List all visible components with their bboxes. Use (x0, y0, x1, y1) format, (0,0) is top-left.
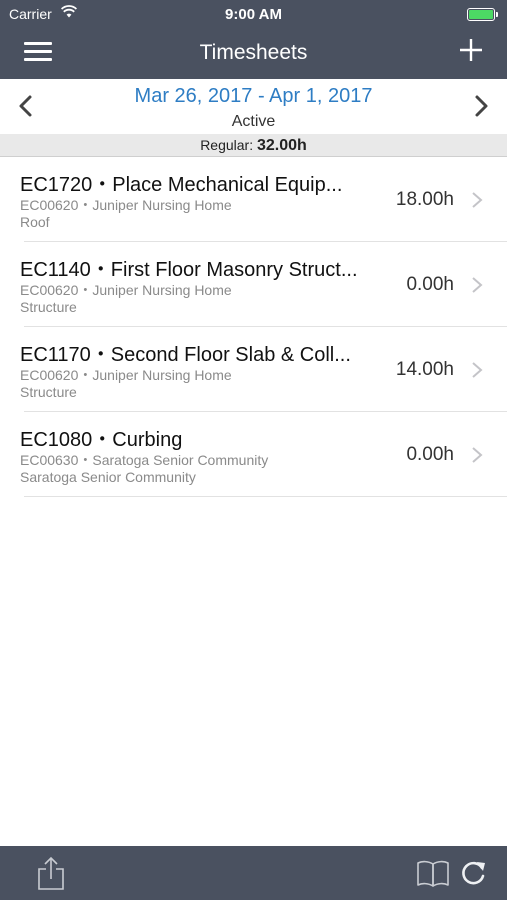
page-title: Timesheets (199, 41, 308, 64)
list-item[interactable]: EC1720・Place Mechanical Equip... EC00620… (0, 157, 507, 242)
list-item[interactable]: EC1170・Second Floor Slab & Coll... EC006… (0, 327, 507, 412)
refresh-icon[interactable] (458, 859, 488, 889)
entry-hours: 18.00h (395, 189, 454, 210)
chevron-right-icon (472, 277, 483, 293)
status-time: 9:00 AM (225, 6, 282, 23)
chevron-right-icon (472, 362, 483, 378)
share-icon[interactable] (36, 855, 66, 891)
top-bar: Carrier 9:00 AM Timesheets (0, 0, 507, 79)
entry-title: EC1080・Curbing (20, 429, 183, 451)
bottom-toolbar (0, 846, 507, 900)
entry-location: Structure (20, 384, 77, 400)
entry-hours: 14.00h (395, 359, 454, 380)
battery-fill (469, 10, 493, 19)
chevron-right-icon (472, 192, 483, 208)
entry-location: Saratoga Senior Community (20, 469, 196, 485)
entry-location: Structure (20, 299, 77, 315)
hours-summary: Regular: 32.00h (0, 134, 507, 157)
entry-title: EC1170・Second Floor Slab & Coll... (20, 344, 351, 366)
entry-hours: 0.00h (406, 274, 454, 295)
period-status: Active (231, 113, 276, 130)
battery-nub (496, 12, 498, 17)
summary-value: 32.00h (257, 137, 307, 154)
entry-subtitle: EC00620・Juniper Nursing Home (20, 367, 232, 383)
entry-subtitle: EC00620・Juniper Nursing Home (20, 282, 232, 298)
plus-icon[interactable] (457, 36, 485, 64)
battery-icon (467, 8, 498, 21)
chevron-right-icon (472, 447, 483, 463)
summary-label: Regular: (200, 137, 257, 153)
entry-title: EC1720・Place Mechanical Equip... (20, 174, 343, 196)
list-item[interactable]: EC1080・Curbing EC00630・Saratoga Senior C… (0, 412, 507, 497)
row-divider (24, 496, 507, 497)
entry-location: Roof (20, 214, 50, 230)
entry-subtitle: EC00620・Juniper Nursing Home (20, 197, 232, 213)
book-icon[interactable] (416, 859, 450, 887)
date-range[interactable]: Mar 26, 2017 - Apr 1, 2017 (0, 85, 507, 108)
timesheet-list: EC1720・Place Mechanical Equip... EC00620… (0, 157, 507, 497)
status-bar: Carrier 9:00 AM (0, 0, 507, 28)
entry-title: EC1140・First Floor Masonry Struct... (20, 259, 358, 281)
list-item[interactable]: EC1140・First Floor Masonry Struct... EC0… (0, 242, 507, 327)
chevron-right-icon[interactable] (469, 93, 493, 119)
entry-hours: 0.00h (406, 444, 454, 465)
entry-subtitle: EC00630・Saratoga Senior Community (20, 452, 269, 468)
